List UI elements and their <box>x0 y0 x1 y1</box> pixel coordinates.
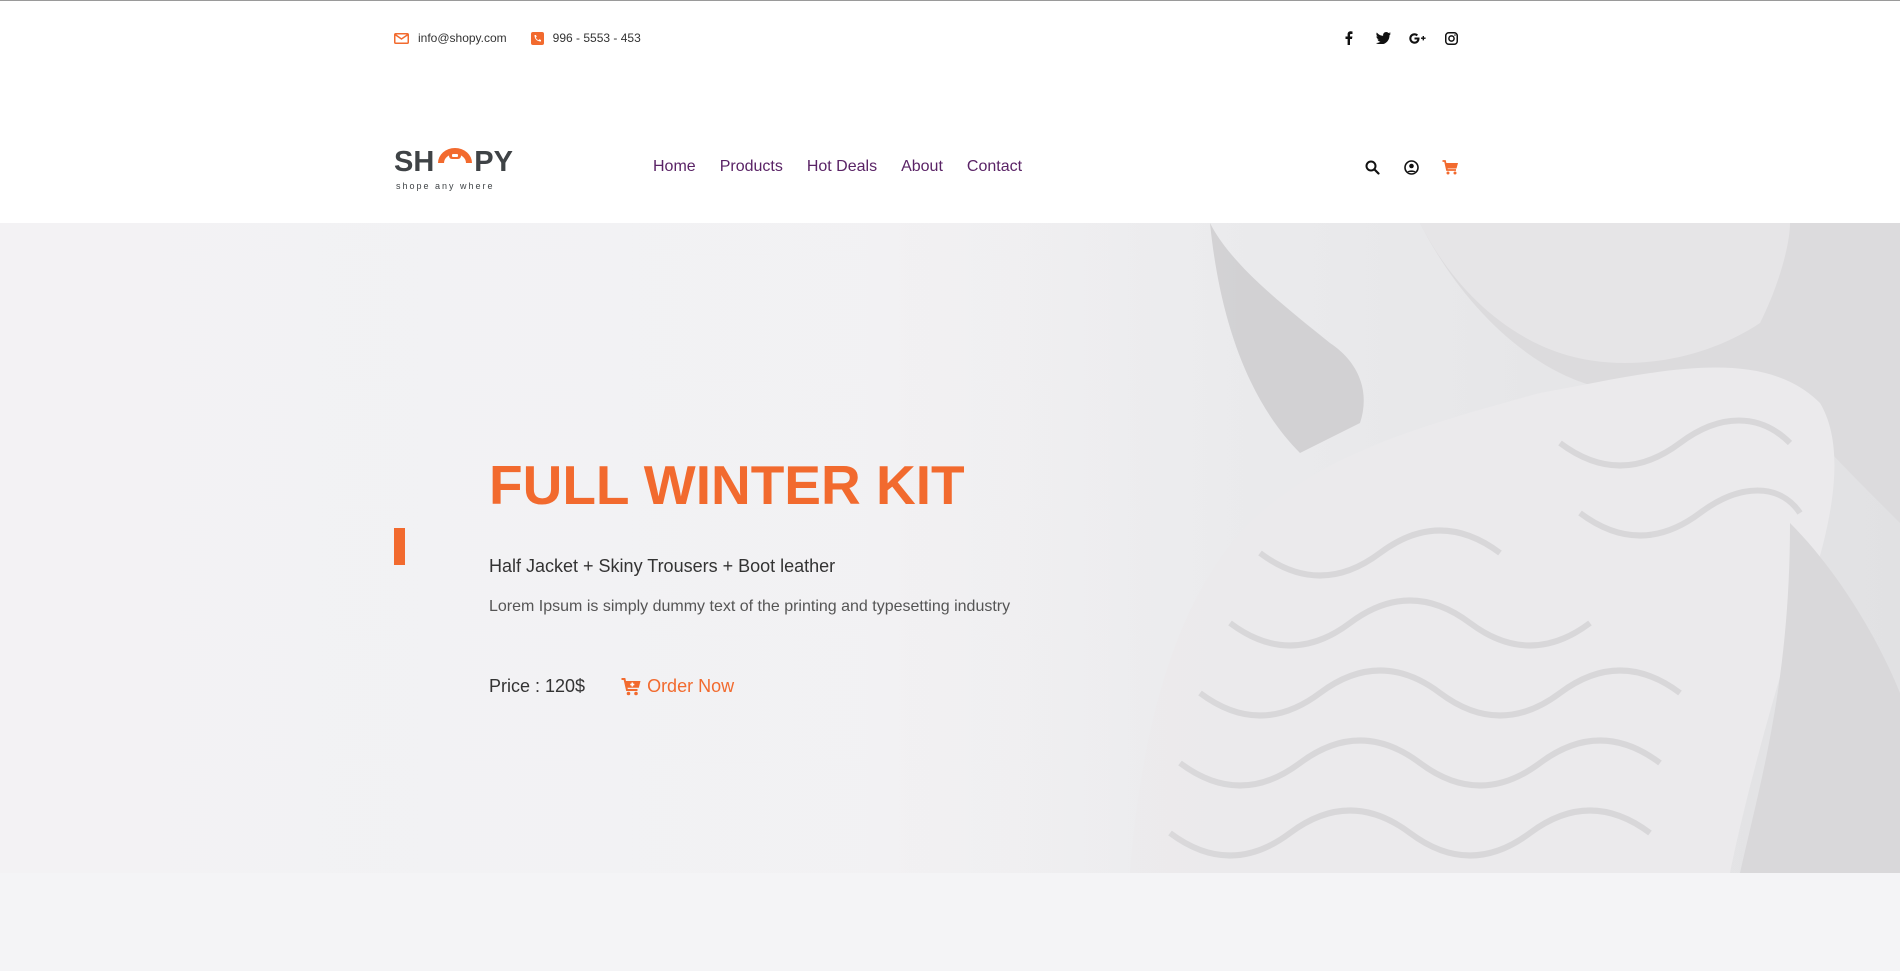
search-icon[interactable] <box>1362 157 1382 177</box>
instagram-icon[interactable] <box>1442 29 1460 47</box>
hero-background-image <box>0 223 1900 873</box>
user-icon[interactable] <box>1401 157 1421 177</box>
main-nav: SH PY shope any where Home Products Hot D… <box>394 137 1460 197</box>
price-row: Price : 120$ Order Now <box>489 676 734 697</box>
hero-price: Price : 120$ <box>489 676 586 696</box>
logo-text-left: SH <box>394 146 435 178</box>
facebook-icon[interactable] <box>1340 29 1358 47</box>
logo-tagline: shope any where <box>396 181 495 191</box>
contact-bar: info@shopy.com 996 - 5553 - 453 <box>394 25 1460 51</box>
order-now-button[interactable]: Order Now <box>621 676 734 697</box>
contact-info: info@shopy.com 996 - 5553 - 453 <box>394 31 665 45</box>
logo-half-circle-icon <box>438 148 473 163</box>
menu: Home Products Hot Deals About Contact <box>653 158 1046 176</box>
hero-title: FULL WINTER KIT <box>489 454 965 516</box>
logo-wordmark: SH PY <box>394 145 513 177</box>
phone-contact[interactable]: 996 - 5553 - 453 <box>530 31 641 45</box>
phone-text: 996 - 5553 - 453 <box>552 31 641 45</box>
envelope-icon <box>394 32 409 44</box>
email-contact[interactable]: info@shopy.com <box>394 31 507 45</box>
cart-icon <box>621 677 641 695</box>
nav-hot-deals[interactable]: Hot Deals <box>807 158 877 176</box>
cart-icon[interactable] <box>1440 157 1460 177</box>
nav-home[interactable]: Home <box>653 158 696 176</box>
phone-icon <box>530 31 544 45</box>
nav-about[interactable]: About <box>901 158 943 176</box>
google-plus-icon[interactable] <box>1408 29 1426 47</box>
logo-text-right: PY <box>474 146 513 178</box>
hero-subtitle: Half Jacket + Skiny Trousers + Boot leat… <box>489 556 836 576</box>
hero-description: Lorem Ipsum is simply dummy text of the … <box>489 598 1011 615</box>
twitter-icon[interactable] <box>1374 29 1392 47</box>
social-links <box>1324 29 1460 47</box>
nav-products[interactable]: Products <box>720 158 783 176</box>
nav-actions <box>1343 157 1460 177</box>
email-text: info@shopy.com <box>418 31 507 45</box>
site-header: info@shopy.com 996 - 5553 - 453 SH PY sh… <box>0 1 1900 223</box>
hero-accent-bar <box>394 528 405 565</box>
order-now-label: Order Now <box>647 676 735 696</box>
nav-contact[interactable]: Contact <box>967 158 1022 176</box>
logo[interactable]: SH PY shope any where <box>394 145 520 191</box>
hero-banner: FULL WINTER KIT Half Jacket + Skiny Trou… <box>0 223 1900 873</box>
